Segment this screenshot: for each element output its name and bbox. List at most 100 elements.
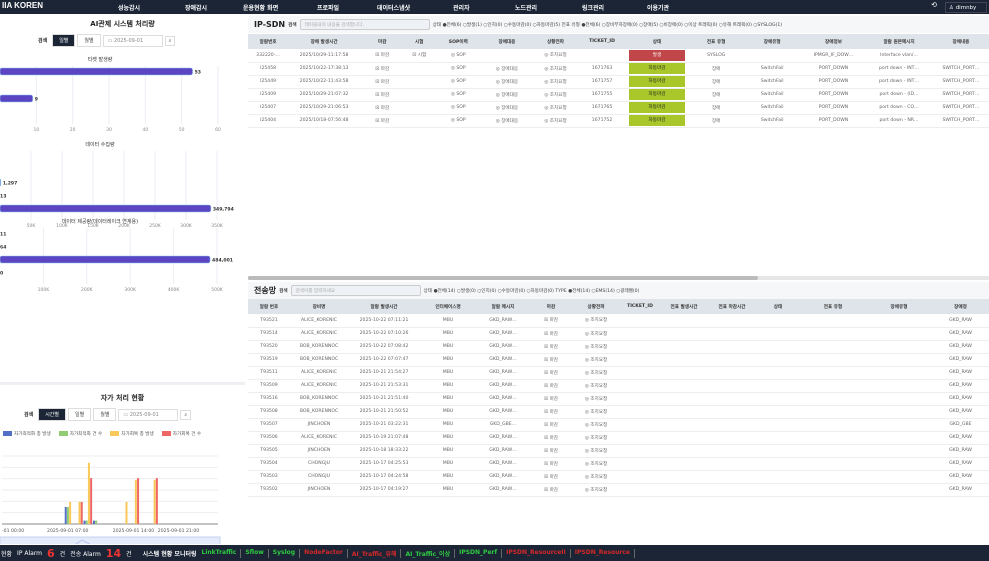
table-cell[interactable]: ◎ 조치요청 bbox=[572, 444, 620, 458]
table-cell[interactable]: ☒ 마감 bbox=[530, 444, 572, 458]
nav-item[interactable]: 노드관리 bbox=[515, 3, 537, 12]
column-header[interactable]: 장애정 bbox=[932, 299, 989, 314]
table-cell[interactable]: ◎ 조치요청 bbox=[572, 379, 620, 393]
table-cell[interactable]: ◎ 조치요청 bbox=[531, 49, 580, 63]
column-header[interactable]: 시험 bbox=[404, 34, 435, 49]
table-cell[interactable]: ◎ 조치요청 bbox=[572, 431, 620, 445]
ipsdn-filters[interactable]: 상태 ●전체(6) ○발생(1) ○인지(0) ○수동마감(0) ○자동마감(5… bbox=[433, 22, 783, 28]
table-cell[interactable]: ☒ 마감 bbox=[360, 62, 405, 76]
column-header[interactable]: 인터페이스명 bbox=[420, 299, 476, 314]
column-header[interactable]: 장애내용 bbox=[932, 34, 989, 49]
legend-item[interactable]: 자가최적화 총 발생 bbox=[3, 431, 51, 437]
monitor-link[interactable]: IPSDN_Resource bbox=[575, 548, 635, 558]
table-row[interactable]: I25404 2025/10/18-07:56:48 ☒ 마감 ◎ SOP ◎ 장애대응… bbox=[248, 114, 989, 128]
table-cell[interactable]: ☒ 마감 bbox=[360, 114, 405, 128]
table-cell[interactable]: ◎ SOP bbox=[434, 75, 483, 89]
table-cell[interactable]: ☒ 마감 bbox=[360, 101, 405, 115]
table-cell[interactable]: ◎ 조치요청 bbox=[572, 405, 620, 419]
table-row[interactable]: I25458 2025/10/22-17:38:13 ☒ 마감 ◎ SOP ◎ 장애대응… bbox=[248, 62, 989, 76]
table-cell[interactable]: ◎ SOP bbox=[434, 114, 483, 128]
monitor-link[interactable]: AI_Traffic_이상 bbox=[405, 548, 456, 558]
user-menu[interactable]: ♙ dimnby bbox=[945, 2, 987, 13]
column-header[interactable]: SOP이력 bbox=[434, 34, 483, 49]
table-cell[interactable]: ☒ 마감 bbox=[530, 470, 572, 484]
nav-item[interactable]: 데이터스냅샷 bbox=[377, 3, 410, 12]
table-row[interactable]: T93516 BOB_KORENNOC 2025-10-21 21:51:40 MBU… bbox=[248, 392, 989, 406]
table-cell[interactable]: ☒ 마감 bbox=[530, 392, 572, 406]
history-icon[interactable]: ⟲ bbox=[931, 1, 937, 9]
column-header[interactable]: TICKET_ID bbox=[579, 34, 625, 49]
table-cell[interactable]: ◎ 장애대응 bbox=[482, 62, 532, 76]
table-cell[interactable]: ☒ 마감 bbox=[530, 366, 572, 380]
table-cell[interactable]: ☒ 마감 bbox=[530, 483, 572, 497]
column-header[interactable]: 알람번호 bbox=[248, 34, 289, 49]
column-header[interactable]: 전표 유형 bbox=[800, 299, 866, 314]
column-header[interactable]: 장애유형 bbox=[742, 34, 802, 49]
table-cell[interactable]: ◎ 조치요청 bbox=[572, 327, 620, 341]
search-icon[interactable]: ⌕ bbox=[164, 35, 176, 46]
search-icon[interactable]: ⌕ bbox=[180, 409, 192, 420]
monitor-link[interactable]: IPSDN_Perf bbox=[459, 548, 503, 558]
table-row[interactable]: T93511 ALICE_KORENIC 2025-10-21 21:54:27 MB… bbox=[248, 366, 989, 380]
table-cell[interactable]: ◎ 조치요청 bbox=[572, 483, 620, 497]
table-cell[interactable]: ☒ 마감 bbox=[530, 405, 572, 419]
column-header[interactable]: 상태 bbox=[756, 299, 800, 314]
table-row[interactable]: T93504 CHONGJU 2025-10-17 04:25:53 MBU GKD_R… bbox=[248, 457, 989, 471]
monitor-link[interactable]: Syslog bbox=[273, 548, 301, 558]
nav-item[interactable]: 프로파일 bbox=[317, 3, 339, 12]
table-cell[interactable]: ☒ 마감 bbox=[530, 418, 572, 432]
table-cell[interactable]: ◎ 장애대응 bbox=[482, 88, 532, 102]
table-cell[interactable]: ☒ 마감 bbox=[360, 88, 405, 102]
table-cell[interactable]: ☒ 시험 bbox=[404, 49, 435, 63]
table-row[interactable]: T93509 ALICE_KORENIC 2025-10-21 21:53:31 MB… bbox=[248, 379, 989, 393]
table-row[interactable]: 332220-… 2025/10/29-11:17:58 ☒ 마감 ☒ 시험 ◎ SOP… bbox=[248, 49, 989, 63]
table-row[interactable]: T93505 JINCHOEN 2025-10-18 18:33:22 MBU GKD_… bbox=[248, 444, 989, 458]
column-header[interactable]: 장애 발생시간 bbox=[288, 34, 361, 49]
nav-item[interactable]: 운용현황 화면 bbox=[243, 3, 278, 12]
table-cell[interactable]: ◎ 장애대응 bbox=[482, 114, 532, 128]
table-cell[interactable]: ◎ SOP bbox=[434, 101, 483, 115]
table-row[interactable]: T93503 CHONGJU 2025-10-17 04:24:58 MBU GKD_R… bbox=[248, 470, 989, 484]
column-header[interactable]: 알람 발생시간 bbox=[348, 299, 420, 314]
column-header[interactable]: 전표 마감시간 bbox=[708, 299, 756, 314]
column-header[interactable]: 상황전파 bbox=[572, 299, 620, 314]
legend-item[interactable]: 자가회복 건 수 bbox=[161, 431, 201, 437]
monitor-link[interactable]: AI_Traffic_유해 bbox=[352, 548, 402, 558]
table-cell[interactable]: ☒ 마감 bbox=[360, 49, 405, 63]
monitor-link[interactable]: LinkTraffic bbox=[202, 548, 242, 558]
table-cell[interactable]: ☒ 마감 bbox=[530, 314, 572, 328]
date-input[interactable]: ▭ 2025-09-01 bbox=[118, 408, 179, 421]
table-cell[interactable]: ☒ 마감 bbox=[530, 431, 572, 445]
table-cell[interactable]: ◎ 조치요청 bbox=[572, 470, 620, 484]
table-row[interactable]: I25449 2025/10/22-11:43:58 ☒ 마감 ◎ SOP ◎ 장애대응… bbox=[248, 75, 989, 89]
column-header[interactable]: 전표 발생시간 bbox=[660, 299, 708, 314]
table-row[interactable]: T93502 JINCHOEN 2025-10-17 04:19:27 MBU GKD_… bbox=[248, 483, 989, 497]
table-cell[interactable]: ◎ 조치요청 bbox=[572, 353, 620, 367]
column-header[interactable]: 알람 메시지 bbox=[476, 299, 530, 314]
monitor-link[interactable]: Sflow bbox=[245, 548, 269, 558]
table-cell[interactable]: ◎ 조치요청 bbox=[572, 392, 620, 406]
table-cell[interactable]: ☒ 마감 bbox=[530, 340, 572, 354]
table-row[interactable]: T93508 BOB_KORENNOC 2025-10-21 21:50:52 MBU… bbox=[248, 405, 989, 419]
seg-monthly[interactable]: 월별 bbox=[77, 34, 101, 47]
table-cell[interactable]: ◎ 조치요청 bbox=[531, 62, 580, 76]
table-cell[interactable]: ◎ SOP bbox=[434, 88, 483, 102]
legend-item[interactable]: 자가최적화 건 수 bbox=[58, 431, 102, 437]
table-cell[interactable]: ◎ SOP bbox=[434, 49, 483, 63]
column-header[interactable]: 장애대응 bbox=[482, 34, 532, 49]
table-row[interactable]: T93507 JINCHOEN 2025-10-21 03:22:31 MBU GKD_… bbox=[248, 418, 989, 432]
table-row[interactable]: T93519 BOB_KORENNOC 2025-10-22 07:07:47 MBU… bbox=[248, 353, 989, 367]
table-cell[interactable]: ◎ 조치요청 bbox=[572, 366, 620, 380]
monitor-link[interactable]: NodeFactor bbox=[304, 548, 348, 558]
column-header[interactable]: TICKET_ID bbox=[620, 299, 660, 314]
seg-hourly[interactable]: 시간별 bbox=[38, 408, 67, 421]
table-cell[interactable]: ◎ 장애대응 bbox=[482, 101, 532, 115]
monitor-link[interactable]: IPSDN_ResourceII bbox=[506, 548, 571, 558]
table-row[interactable]: T93506 ALICE_KORENIC 2025-10-19 21:07:48 MB… bbox=[248, 431, 989, 445]
table-cell[interactable]: ◎ 조치요청 bbox=[572, 314, 620, 328]
nav-item[interactable]: 성능감시 bbox=[118, 3, 140, 12]
legend-item[interactable]: 자가회복 총 발생 bbox=[110, 431, 154, 437]
ip-alarm-count[interactable]: 6 bbox=[47, 547, 55, 560]
table-row[interactable]: T93514 ALICE_KORENIC 2025-10-22 07:10:26 MB… bbox=[248, 327, 989, 341]
table-cell[interactable]: ◎ 조치요청 bbox=[572, 418, 620, 432]
